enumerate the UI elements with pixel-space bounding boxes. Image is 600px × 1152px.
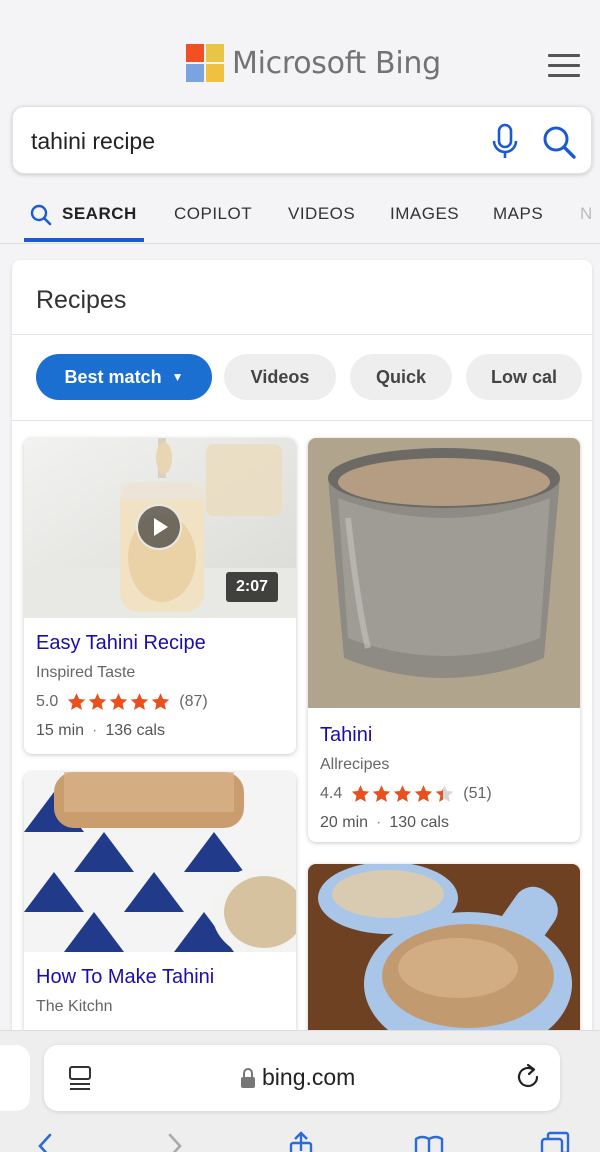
star-icon [89, 693, 107, 710]
caret-down-icon: ▼ [171, 370, 184, 384]
tab-news-partial[interactable]: N [580, 204, 593, 224]
tab-images[interactable]: IMAGES [390, 204, 459, 224]
search-tabs: SEARCH COPILOT VIDEOS IMAGES MAPS N [0, 188, 600, 244]
divider [12, 334, 592, 335]
filter-videos[interactable]: Videos [224, 354, 336, 400]
star-rating [66, 692, 171, 712]
tab-copilot[interactable]: COPILOT [174, 204, 252, 224]
recipe-source: The Kitchn [36, 998, 113, 1015]
reload-icon[interactable] [514, 1063, 542, 1091]
star-icon [394, 785, 412, 802]
play-video-button[interactable] [136, 504, 182, 550]
recipe-title[interactable]: Easy Tahini Recipe [36, 632, 206, 655]
recipes-panel: Recipes Best match ▼ Videos Quick Low ca… [12, 260, 592, 1060]
recipe-source: Inspired Taste [36, 664, 136, 681]
star-icon [436, 785, 454, 802]
filter-low-cal[interactable]: Low cal [466, 354, 582, 400]
recipe-image-tahini-bowl [24, 772, 296, 952]
page-menu-icon[interactable] [68, 1065, 94, 1091]
tab-search[interactable]: SEARCH [62, 204, 137, 224]
star-icon [373, 785, 391, 802]
video-duration: 2:07 [226, 572, 279, 602]
address-bar[interactable]: bing.com [44, 1045, 560, 1111]
tab-videos[interactable]: VIDEOS [288, 204, 355, 224]
hamburger-menu-icon[interactable] [548, 54, 580, 78]
star-icon [352, 785, 370, 802]
url-text: bing.com [262, 1064, 356, 1090]
back-icon[interactable] [30, 1131, 60, 1152]
previous-tab-pill[interactable] [0, 1045, 30, 1111]
recipe-meta: 20 min · 130 cals [320, 814, 449, 831]
filter-quick[interactable]: Quick [350, 354, 452, 400]
filter-best-match[interactable]: Best match ▼ [36, 354, 212, 400]
tabs-icon[interactable] [540, 1131, 570, 1152]
active-tab-indicator [24, 238, 144, 242]
microsoft-logo-icon [186, 44, 224, 82]
header: Microsoft Bing [0, 0, 600, 100]
microphone-icon[interactable] [489, 123, 521, 161]
recipe-source: Allrecipes [320, 756, 390, 773]
brand-name: Microsoft Bing [232, 45, 441, 81]
recipe-title[interactable]: Tahini [320, 724, 372, 747]
star-rating [350, 784, 455, 804]
recipe-card-tahini-allrecipes[interactable]: Tahini Allrecipes 4.4 (51) 20 min · 130 ca… [308, 438, 580, 842]
recipe-card-easy-tahini[interactable]: 2:07 Easy Tahini Recipe Inspired Taste 5… [24, 438, 296, 754]
recipe-rating: 4.4 (51) [320, 784, 492, 804]
search-input[interactable] [31, 123, 451, 159]
divider [12, 420, 592, 421]
play-icon [154, 518, 168, 536]
star-icon [152, 693, 170, 710]
search-box [12, 106, 592, 174]
bookmarks-icon[interactable] [414, 1131, 444, 1152]
browser-toolbar: bing.com [0, 1030, 600, 1152]
recipe-rating: 5.0 (87) [36, 692, 208, 712]
recipe-title[interactable]: How To Make Tahini [36, 966, 214, 989]
search-tab-icon [30, 204, 52, 226]
recipe-card-how-to-make-tahini[interactable]: How To Make Tahini The Kitchn [24, 772, 296, 1060]
lock-icon [241, 1068, 255, 1088]
star-icon [110, 693, 128, 710]
star-icon [68, 693, 86, 710]
recipe-image-tahini-cup [308, 438, 580, 708]
search-icon[interactable] [541, 124, 577, 160]
star-icon [131, 693, 149, 710]
star-icon [415, 785, 433, 802]
recipe-meta: 15 min · 136 cals [36, 722, 165, 739]
recipes-title: Recipes [36, 286, 127, 314]
share-icon[interactable] [286, 1131, 316, 1152]
tab-maps[interactable]: MAPS [493, 204, 543, 224]
bing-logo[interactable]: Microsoft Bing [186, 44, 441, 82]
forward-icon[interactable] [160, 1131, 190, 1152]
